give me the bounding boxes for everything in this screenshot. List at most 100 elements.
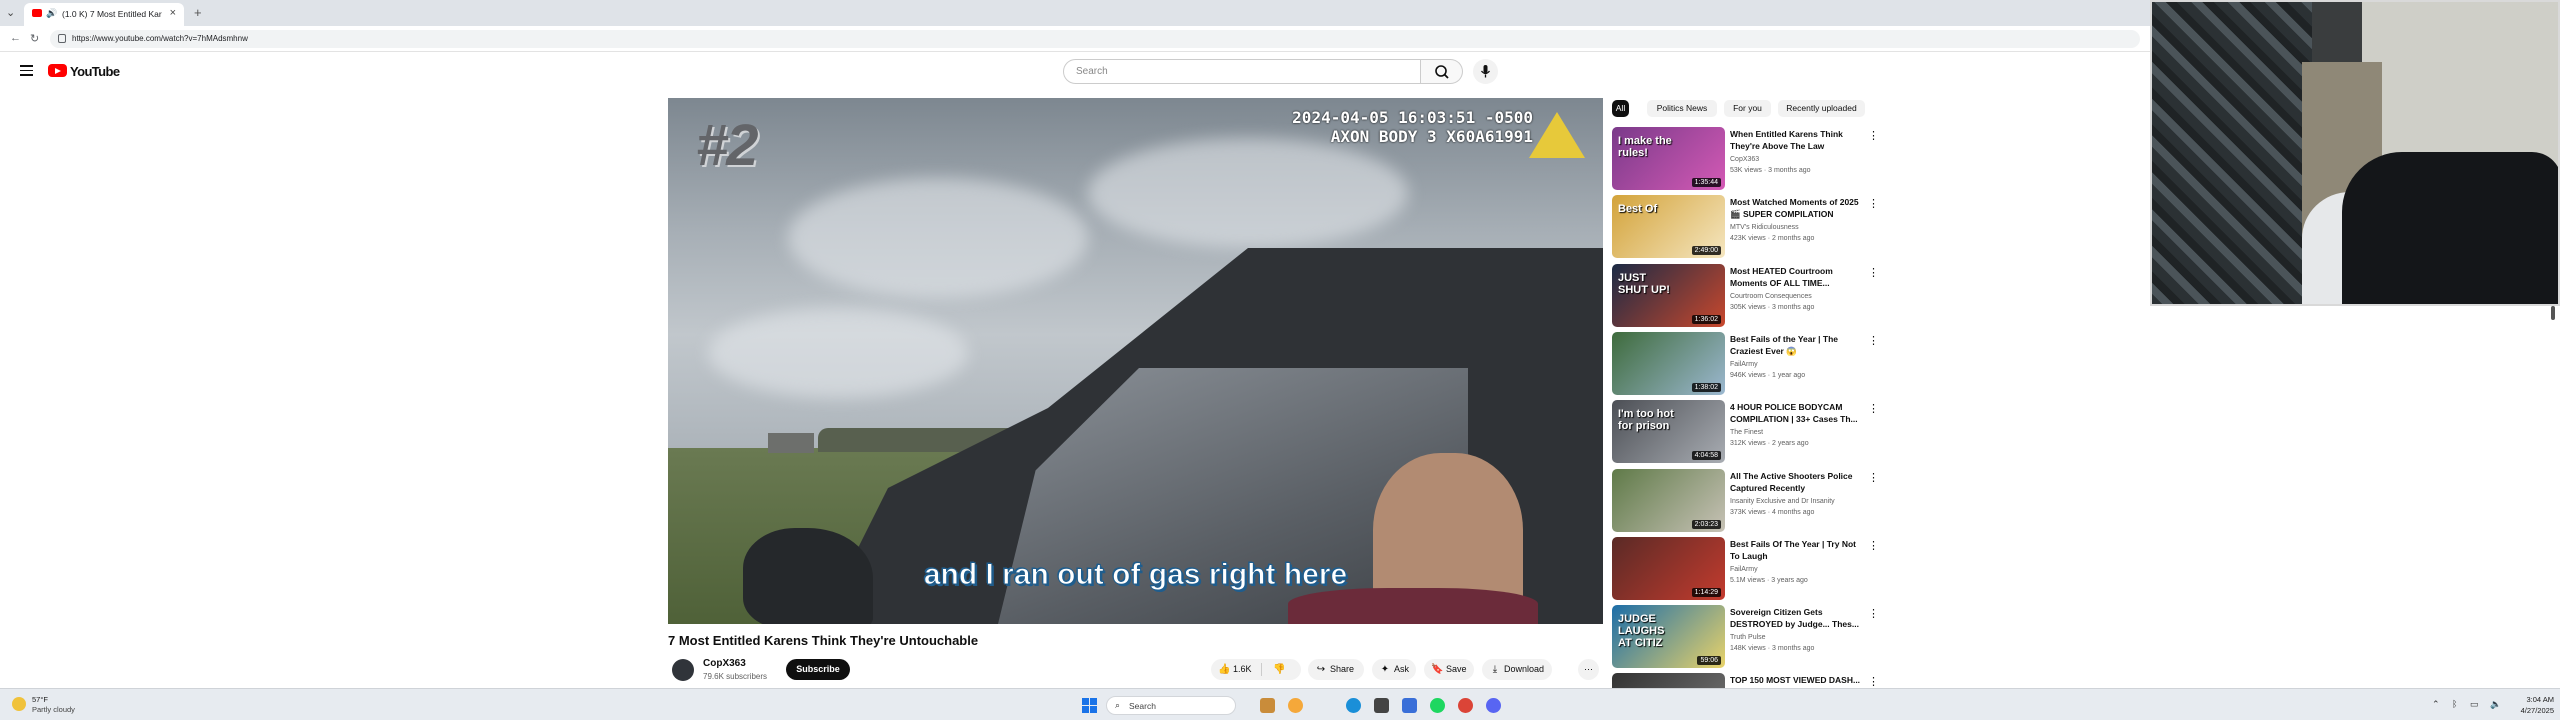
more-vertical-icon[interactable]: ⋮ — [1868, 471, 1879, 484]
chrome-icon[interactable] — [1458, 698, 1473, 713]
like-divider — [1261, 663, 1262, 676]
more-vertical-icon[interactable]: ⋮ — [1868, 334, 1879, 347]
recommendation-title[interactable]: Best Fails of the Year | The Craziest Ev… — [1730, 333, 1868, 357]
voice-search-button[interactable] — [1473, 59, 1498, 84]
more-vertical-icon[interactable]: ⋮ — [1868, 266, 1879, 279]
browser-tab-active[interactable]: 🔊 (1.0 K) 7 Most Entitled Karen × — [24, 3, 184, 26]
more-vertical-icon[interactable]: ⋮ — [1868, 402, 1879, 415]
recommendation-item[interactable]: 1:14:29 Best Fails Of The Year | Try Not … — [1612, 536, 1882, 601]
ask-button[interactable]: ✦ Ask — [1372, 659, 1416, 680]
recommendation-title[interactable]: Most HEATED Courtroom Moments OF ALL TIM… — [1730, 265, 1868, 289]
recommendation-title[interactable]: When Entitled Karens Think They're Above… — [1730, 128, 1868, 152]
recommendation-title[interactable]: Most Watched Moments of 2025 🎬 SUPER COM… — [1730, 196, 1868, 220]
reload-icon[interactable]: ↻ — [30, 32, 39, 45]
recommendation-channel[interactable]: Truth Pulse — [1730, 634, 1766, 641]
recommendation-meta: 312K views · 2 years ago — [1730, 440, 1809, 448]
recommendation-item[interactable]: 2:03:23 All The Active Shooters Police Ca… — [1612, 468, 1882, 533]
recommendation-thumbnail[interactable]: 1:38:02 — [1612, 331, 1725, 395]
recommendation-thumbnail[interactable]: JUDGE LAUGHS AT CITIZ 59:06 — [1612, 605, 1725, 669]
more-vertical-icon[interactable]: ⋮ — [1868, 539, 1879, 552]
recommendation-thumbnail[interactable]: 1:14:29 — [1612, 536, 1725, 600]
windows-start-icon[interactable] — [1082, 698, 1097, 713]
page-scrollbar[interactable] — [2551, 306, 2555, 320]
microphone-icon — [1480, 65, 1491, 78]
subscribe-button[interactable]: Subscribe — [786, 659, 850, 680]
recommendation-thumbnail[interactable]: JUST SHUT UP! 1:36:02 — [1612, 263, 1725, 327]
recommendation-title[interactable]: 4 HOUR POLICE BODYCAM COMPILATION | 33+ … — [1730, 401, 1868, 425]
recommendation-item[interactable]: JUDGE LAUGHS AT CITIZ 59:06 Sovereign Citi… — [1612, 605, 1882, 669]
thumbnail-caption: I'm too hot for prison — [1618, 408, 1674, 433]
menu-icon[interactable] — [20, 65, 33, 76]
more-actions-button[interactable]: ⋯ — [1578, 659, 1599, 680]
recommendation-channel[interactable]: Courtroom Consequences — [1730, 293, 1812, 300]
video-duration: 59:06 — [1697, 656, 1721, 666]
recommendation-channel[interactable]: MTV's Ridiculousness — [1730, 224, 1799, 231]
discord-icon[interactable] — [1486, 698, 1501, 713]
recommendation-item[interactable]: Best Of 2:49:00 Most Watched Moments of 20… — [1612, 195, 1882, 259]
channel-name[interactable]: CopX363 — [703, 658, 746, 669]
new-tab-plus-icon[interactable]: + — [194, 5, 202, 20]
recommendation-channel[interactable]: CopX363 — [1730, 156, 1759, 163]
url-field[interactable]: https://www.youtube.com/watch?v=7hMAdsmh… — [50, 30, 2140, 48]
avatar[interactable] — [672, 659, 694, 681]
recommendation-item[interactable]: I'm too hot for prison 4:04:58 4 HOUR POLI… — [1612, 400, 1882, 464]
chip-recently-uploaded[interactable]: Recently uploaded — [1778, 100, 1865, 117]
like-count[interactable]: 1.6K — [1233, 664, 1252, 674]
edge-browser-icon[interactable] — [1346, 698, 1361, 713]
weather-description[interactable]: Partly cloudy — [32, 705, 75, 714]
tray-chevron-icon[interactable]: ⌃ — [2432, 699, 2440, 710]
recommendation-item[interactable]: I make the rules! 1:35:44 When Entitled Ka… — [1612, 127, 1882, 191]
chip-for-you[interactable]: For you — [1724, 100, 1771, 117]
more-vertical-icon[interactable]: ⋮ — [1868, 197, 1879, 210]
recommendation-item[interactable]: JUST SHUT UP! 1:36:02 Most HEATED Courtroo… — [1612, 263, 1882, 328]
photos-icon[interactable] — [1288, 698, 1303, 713]
axon-logo-icon — [1529, 112, 1585, 158]
more-horizontal-icon: ⋯ — [1584, 664, 1593, 674]
video-subtitle: and I ran out of gas right here — [923, 558, 1348, 592]
clock-time[interactable]: 3:04 AM — [2524, 695, 2554, 704]
recommendation-thumbnail[interactable]: I make the rules! 1:35:44 — [1612, 127, 1725, 190]
store-icon[interactable] — [1402, 698, 1417, 713]
more-vertical-icon[interactable]: ⋮ — [1868, 675, 1879, 688]
more-vertical-icon[interactable]: ⋮ — [1868, 607, 1879, 620]
clock-date[interactable]: 4/27/2025 — [2510, 706, 2554, 715]
tab-list-chevron-icon[interactable]: ⌄ — [6, 7, 18, 19]
recommendation-title[interactable]: Best Fails Of The Year | Try Not To Laug… — [1730, 538, 1868, 562]
taskbar-search[interactable]: ⌕ Search — [1106, 696, 1236, 715]
video-player[interactable]: #2 2024-04-05 16:03:51 -0500 AXON BODY 3 … — [668, 98, 1603, 624]
more-vertical-icon[interactable]: ⋮ — [1868, 129, 1879, 142]
recommendation-thumbnail[interactable]: 2:03:23 — [1612, 468, 1725, 532]
recommendation-title[interactable]: Sovereign Citizen Gets DESTROYED by Judg… — [1730, 606, 1868, 630]
weather-sun-icon[interactable] — [12, 697, 26, 711]
share-button[interactable]: ↪ Share — [1308, 659, 1364, 680]
thumbs-up-icon[interactable]: 👍 — [1218, 659, 1230, 680]
recommendation-channel[interactable]: FailArmy — [1730, 566, 1758, 573]
youtube-favicon-icon — [32, 9, 42, 17]
file-explorer-icon[interactable] — [1260, 698, 1275, 713]
chip-all[interactable]: All — [1612, 100, 1629, 117]
recommendation-thumbnail[interactable]: Best Of 2:49:00 — [1612, 195, 1725, 259]
recommendation-channel[interactable]: Insanity Exclusive and Dr Insanity — [1730, 498, 1835, 505]
spotify-icon[interactable] — [1430, 698, 1445, 713]
search-button[interactable] — [1421, 59, 1463, 84]
recommendation-title[interactable]: All The Active Shooters Police Captured … — [1730, 470, 1868, 494]
video-title: 7 Most Entitled Karens Think They're Unt… — [668, 633, 979, 648]
back-arrow-icon[interactable]: ← — [10, 32, 21, 44]
search-input[interactable]: Search — [1063, 59, 1421, 84]
recommendation-item[interactable]: 1:38:02 Best Fails of the Year | The Craz… — [1612, 331, 1882, 396]
close-icon[interactable]: × — [170, 7, 176, 19]
bluetooth-icon[interactable]: ᛒ — [2452, 699, 2457, 709]
weather-temperature[interactable]: 57°F — [32, 695, 48, 704]
download-button[interactable]: ⤓ Download — [1482, 659, 1552, 680]
thumbs-down-icon[interactable]: 👎 — [1273, 659, 1285, 680]
recommendation-title[interactable]: TOP 150 MOST VIEWED DASH... — [1730, 674, 1868, 686]
network-icon[interactable]: ▭ — [2470, 699, 2479, 710]
save-button[interactable]: 🔖 Save — [1424, 659, 1474, 680]
app-icon[interactable] — [1374, 698, 1389, 713]
chip-politics-news[interactable]: Politics News — [1647, 100, 1717, 117]
recommendation-channel[interactable]: FailArmy — [1730, 361, 1758, 368]
recommendation-thumbnail[interactable]: I'm too hot for prison 4:04:58 — [1612, 400, 1725, 464]
speaker-icon[interactable]: 🔊 — [46, 8, 57, 19]
recommendation-channel[interactable]: The Finest — [1730, 429, 1763, 436]
volume-icon[interactable]: 🔈 — [2490, 699, 2501, 710]
